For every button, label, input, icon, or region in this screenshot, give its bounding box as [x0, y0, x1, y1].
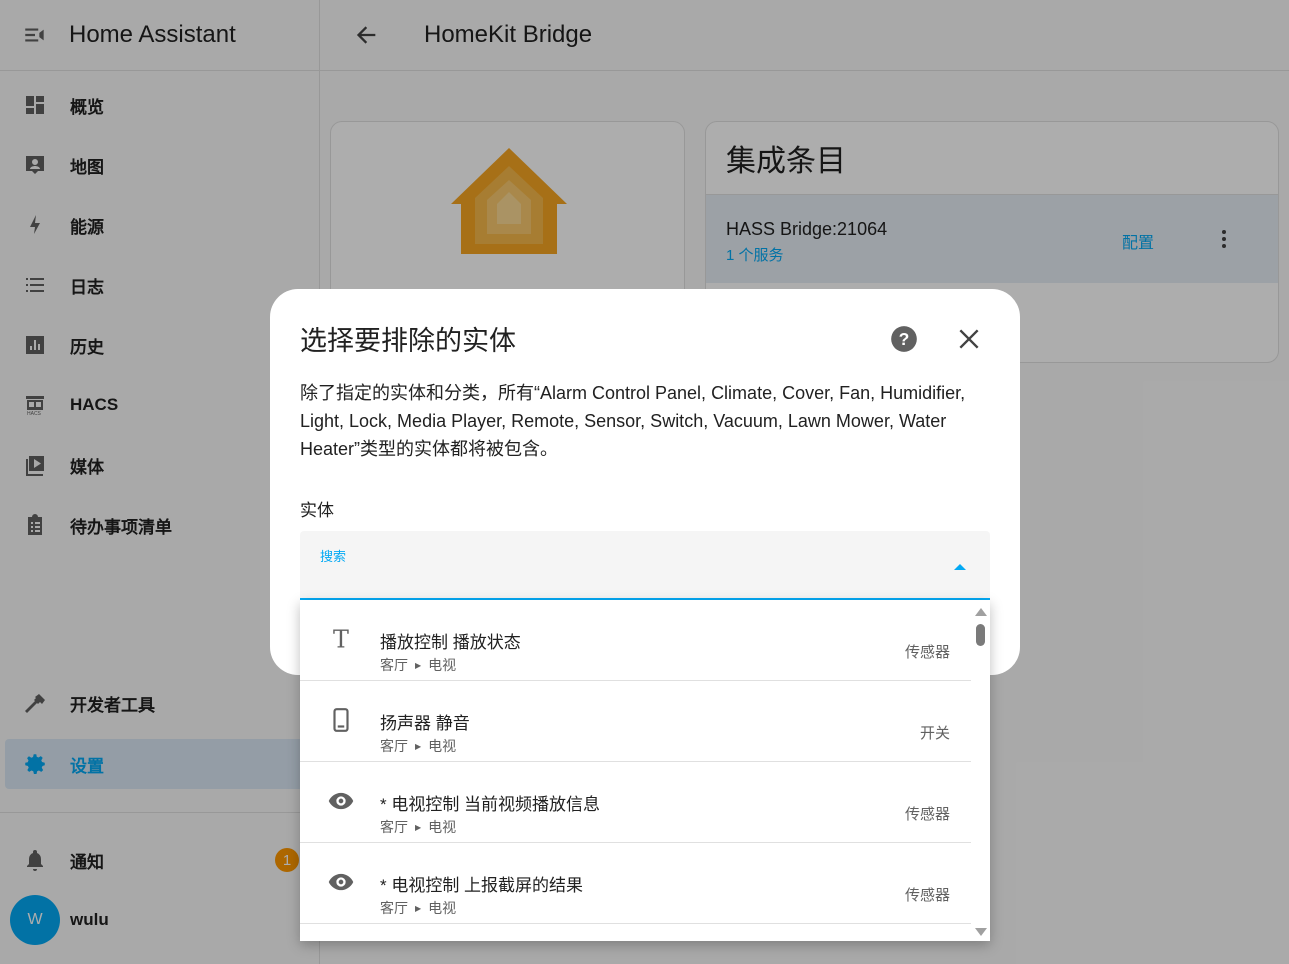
- dropdown-arrow-icon[interactable]: [954, 564, 966, 570]
- entity-domain: 传感器: [904, 806, 950, 823]
- entity-domain: 传感器: [904, 887, 950, 904]
- entity-location: 客厅 ▶ 电视: [380, 900, 457, 916]
- eye-icon: [326, 786, 356, 816]
- list-item[interactable]: 扬声器 静音 客厅 ▶ 电视 开关: [300, 681, 971, 762]
- scrollbar[interactable]: [971, 600, 990, 941]
- close-icon[interactable]: [956, 326, 982, 352]
- dialog-description: 除了指定的实体和分类，所有“Alarm Control Panel, Clima…: [300, 383, 966, 459]
- entity-domain: 开关: [919, 725, 950, 742]
- entity-location: 客厅 ▶ 电视: [380, 738, 457, 754]
- entity-domain: 传感器: [904, 644, 950, 661]
- entity-name: 扬声器 静音: [380, 714, 470, 733]
- list-item[interactable]: T 播放控制 播放状态 客厅 ▶ 电视 传感器: [300, 600, 971, 681]
- text-icon: T: [326, 624, 356, 654]
- cellphone-icon: [326, 705, 356, 735]
- scroll-up-arrow-icon[interactable]: [975, 608, 987, 616]
- help-icon[interactable]: ?: [890, 325, 918, 353]
- svg-text:T: T: [333, 626, 349, 652]
- list-item[interactable]: * 电视控制 上报截屏的结果 客厅 ▶ 电视 传感器: [300, 843, 971, 924]
- dialog-title: 选择要排除的实体: [300, 326, 516, 356]
- entity-field-label: 实体: [300, 501, 334, 520]
- entity-name: * 电视控制 当前视频播放信息: [380, 795, 601, 814]
- svg-text:?: ?: [899, 329, 910, 349]
- entity-search-field[interactable]: 搜索: [300, 531, 990, 600]
- entity-name: * 电视控制 上报截屏的结果: [380, 876, 584, 895]
- scroll-down-arrow-icon[interactable]: [975, 928, 987, 936]
- search-input[interactable]: [320, 565, 920, 591]
- scroll-thumb[interactable]: [976, 624, 985, 646]
- entity-location: 客厅 ▶ 电视: [380, 657, 457, 673]
- entity-location: 客厅 ▶ 电视: [380, 819, 457, 835]
- search-label: 搜索: [320, 549, 347, 564]
- entity-name: 播放控制 播放状态: [380, 633, 521, 652]
- entity-dropdown-list: T 播放控制 播放状态 客厅 ▶ 电视 传感器 扬声器 静音 客厅 ▶ 电视 开关 * …: [300, 600, 990, 941]
- list-item[interactable]: * 电视控制 当前视频播放信息 客厅 ▶ 电视 传感器: [300, 762, 971, 843]
- eye-icon: [326, 867, 356, 897]
